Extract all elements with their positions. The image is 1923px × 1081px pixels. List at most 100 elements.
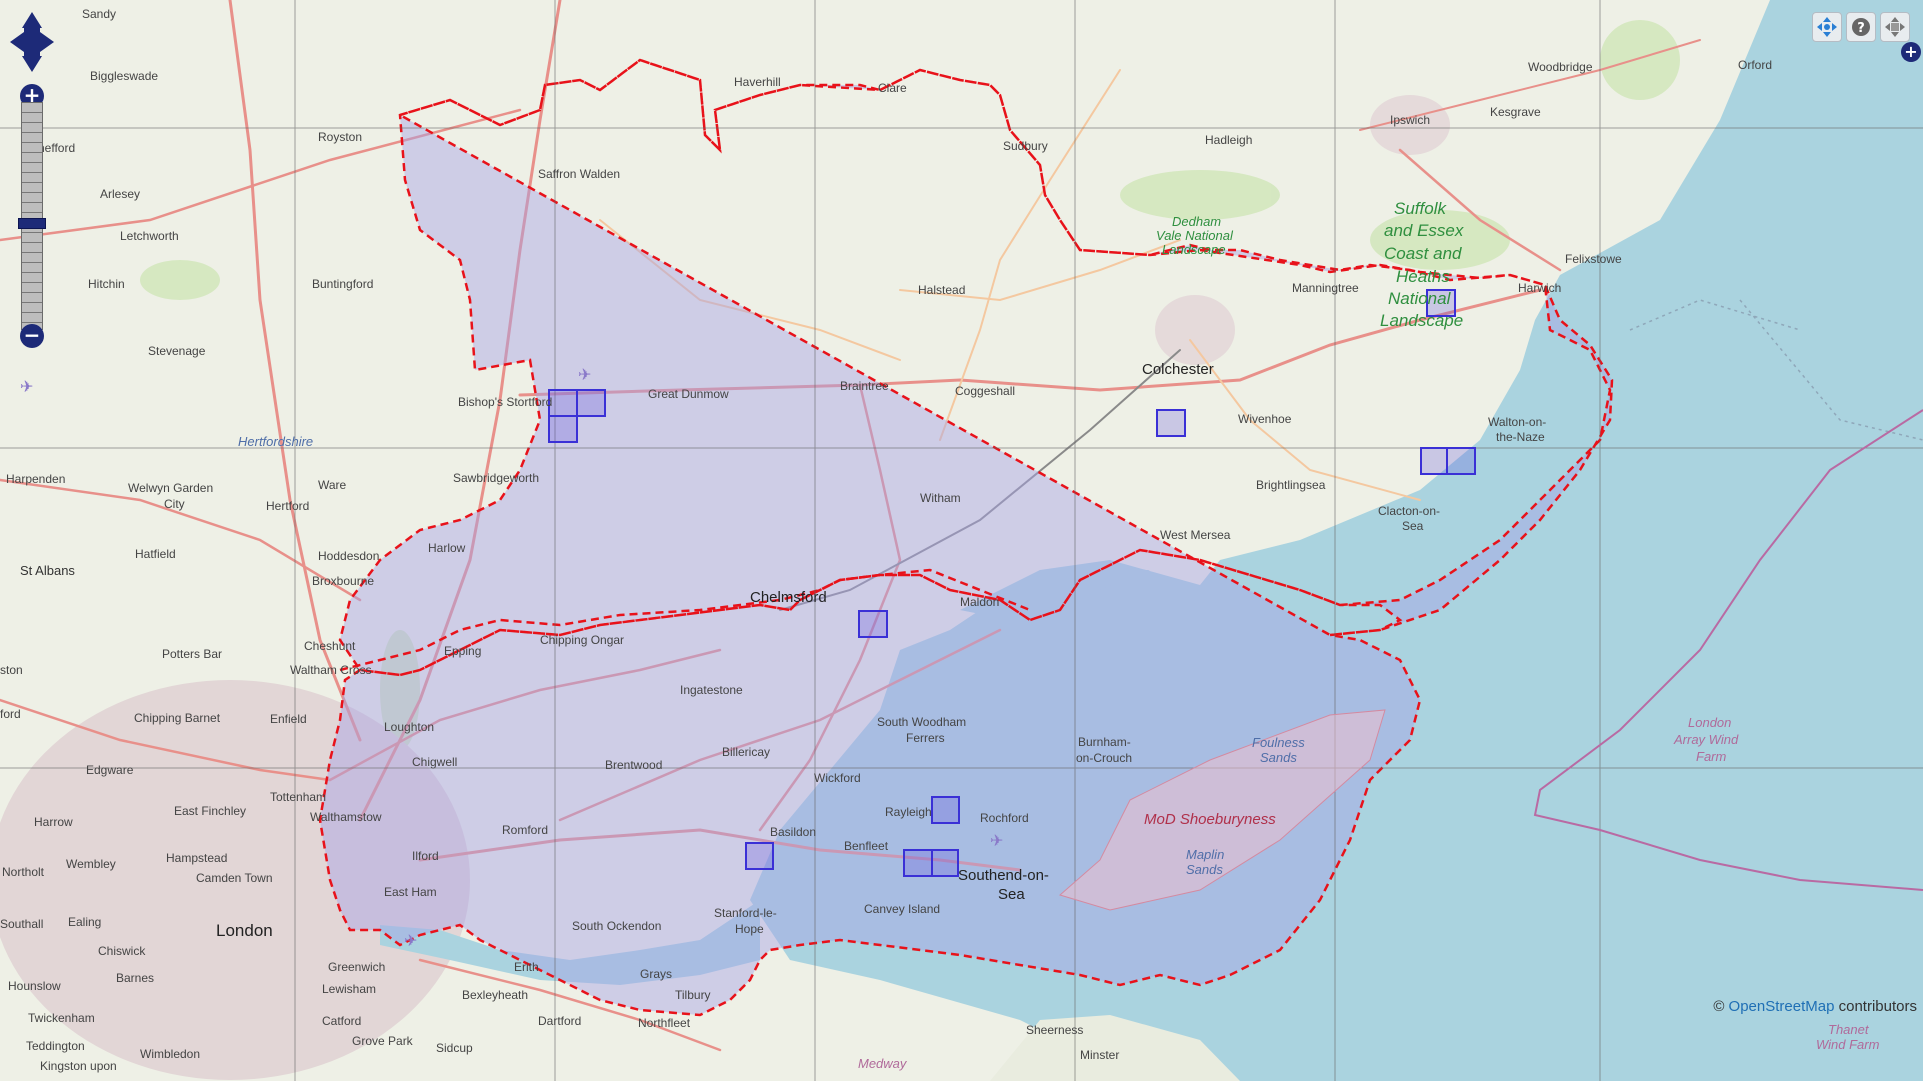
svg-text:Northfleet: Northfleet: [638, 1016, 691, 1030]
svg-text:Stevenage: Stevenage: [148, 344, 206, 358]
svg-text:Woodbridge: Woodbridge: [1528, 60, 1593, 74]
full-extent-icon: [1885, 17, 1905, 37]
zoom-slider-track[interactable]: [21, 102, 43, 330]
svg-text:ford: ford: [0, 707, 21, 721]
sample-box-7[interactable]: [1446, 447, 1476, 475]
svg-text:Canvey Island: Canvey Island: [864, 902, 940, 916]
svg-text:Barnes: Barnes: [116, 971, 154, 985]
attribution-suffix: contributors: [1838, 998, 1917, 1015]
sample-box-10[interactable]: [745, 842, 774, 870]
zoom-slider-handle[interactable]: [18, 218, 46, 229]
svg-text:National: National: [1388, 289, 1452, 308]
svg-text:Saffron Walden: Saffron Walden: [538, 167, 620, 181]
svg-text:Chipping Barnet: Chipping Barnet: [134, 711, 221, 725]
svg-text:Rayleigh: Rayleigh: [885, 805, 932, 819]
svg-text:✈: ✈: [404, 931, 417, 950]
svg-text:Bexleyheath: Bexleyheath: [462, 988, 528, 1002]
svg-text:Sea: Sea: [1402, 519, 1424, 533]
svg-text:Hoddesdon: Hoddesdon: [318, 549, 379, 563]
svg-text:Ipswich: Ipswich: [1390, 113, 1430, 127]
svg-text:Sheerness: Sheerness: [1026, 1023, 1083, 1037]
svg-text:Romford: Romford: [502, 823, 548, 837]
svg-text:South Woodham: South Woodham: [877, 715, 966, 729]
svg-text:Clacton-on-: Clacton-on-: [1378, 504, 1440, 518]
sample-box-4[interactable]: [1156, 409, 1186, 437]
svg-text:Chipping Ongar: Chipping Ongar: [540, 633, 624, 647]
sample-box-3[interactable]: [548, 415, 578, 443]
svg-text:Dartford: Dartford: [538, 1014, 581, 1028]
svg-text:on-Crouch: on-Crouch: [1076, 751, 1132, 765]
svg-text:St Albans: St Albans: [20, 563, 75, 578]
svg-text:Coggeshall: Coggeshall: [955, 384, 1015, 398]
svg-text:Waltham Cross: Waltham Cross: [290, 663, 372, 677]
svg-text:Biggleswade: Biggleswade: [90, 69, 158, 83]
svg-text:Kesgrave: Kesgrave: [1490, 105, 1541, 119]
svg-text:Billericay: Billericay: [722, 745, 770, 759]
query-tool-button[interactable]: ?: [1846, 12, 1876, 42]
svg-text:Burnham-: Burnham-: [1078, 735, 1131, 749]
svg-text:Minster: Minster: [1080, 1048, 1119, 1062]
svg-text:Dedham: Dedham: [1172, 214, 1221, 229]
svg-text:Medway: Medway: [858, 1056, 908, 1071]
svg-text:Array Wind: Array Wind: [1673, 732, 1739, 747]
svg-text:Chiswick: Chiswick: [98, 944, 146, 958]
svg-text:Northolt: Northolt: [2, 865, 45, 879]
svg-text:East Ham: East Ham: [384, 885, 437, 899]
svg-text:Letchworth: Letchworth: [120, 229, 179, 243]
svg-text:Sands: Sands: [1260, 750, 1297, 765]
svg-text:Vale National: Vale National: [1156, 228, 1234, 243]
svg-text:Great Dunmow: Great Dunmow: [648, 387, 729, 401]
svg-text:Greenwich: Greenwich: [328, 960, 385, 974]
sample-box-6[interactable]: [1420, 447, 1448, 475]
svg-text:Buntingford: Buntingford: [312, 277, 373, 291]
map-attribution: © OpenStreetMap contributors: [1713, 998, 1917, 1015]
sample-box-2[interactable]: [576, 389, 606, 417]
svg-text:Grays: Grays: [640, 967, 672, 981]
svg-text:Landscape: Landscape: [1162, 242, 1226, 257]
sample-box-11[interactable]: [903, 849, 933, 877]
zoom-extent-button[interactable]: [1880, 12, 1910, 42]
map-canvas[interactable]: ✈ ✈ ✈ ✈ Sandy Biggleswade Royston Sheffo…: [0, 0, 1923, 1081]
navigate-tool-button[interactable]: [1812, 12, 1842, 42]
svg-text:Coast and: Coast and: [1384, 244, 1462, 263]
osm-attribution-link[interactable]: OpenStreetMap: [1729, 998, 1835, 1015]
svg-text:Sands: Sands: [1186, 862, 1223, 877]
svg-text:Sudbury: Sudbury: [1003, 139, 1048, 153]
svg-text:Hampstead: Hampstead: [166, 851, 227, 865]
pan-control[interactable]: [8, 10, 56, 74]
svg-text:Harwich: Harwich: [1518, 281, 1561, 295]
help-icon: ?: [1852, 18, 1870, 36]
zoom-out-button[interactable]: −: [20, 324, 44, 348]
svg-text:Harpenden: Harpenden: [6, 472, 65, 486]
svg-text:Halstead: Halstead: [918, 283, 965, 297]
svg-text:Haverhill: Haverhill: [734, 75, 781, 89]
sample-box-12[interactable]: [931, 849, 959, 877]
svg-text:Lewisham: Lewisham: [322, 982, 376, 996]
pan-arrows-icon[interactable]: [8, 10, 56, 74]
svg-text:Loughton: Loughton: [384, 720, 434, 734]
svg-text:Twickenham: Twickenham: [28, 1011, 95, 1025]
svg-text:Hertfordshire: Hertfordshire: [238, 434, 313, 449]
svg-text:East Finchley: East Finchley: [174, 804, 246, 818]
svg-text:Hertford: Hertford: [266, 499, 309, 513]
svg-text:Thanet: Thanet: [1828, 1022, 1870, 1037]
sample-box-9[interactable]: [931, 796, 960, 824]
svg-text:Camden Town: Camden Town: [196, 871, 273, 885]
svg-text:Basildon: Basildon: [770, 825, 816, 839]
svg-text:Stanford-le-: Stanford-le-: [714, 906, 777, 920]
sample-box-1[interactable]: [548, 389, 578, 417]
svg-text:✈: ✈: [20, 377, 33, 396]
svg-text:Southend-on-: Southend-on-: [958, 867, 1049, 884]
svg-text:Enfield: Enfield: [270, 712, 307, 726]
svg-text:Chigwell: Chigwell: [412, 755, 457, 769]
svg-text:Hatfield: Hatfield: [135, 547, 176, 561]
sample-box-8[interactable]: [858, 610, 888, 638]
svg-text:London: London: [1688, 715, 1731, 730]
svg-text:?: ?: [1857, 21, 1865, 36]
svg-text:Brentwood: Brentwood: [605, 758, 662, 772]
svg-text:Sandy: Sandy: [82, 7, 116, 21]
svg-text:Welwyn Garden: Welwyn Garden: [128, 481, 213, 495]
svg-text:Clare: Clare: [878, 81, 907, 95]
svg-text:Tilbury: Tilbury: [675, 988, 711, 1002]
layer-switcher-button[interactable]: +: [1901, 42, 1921, 62]
